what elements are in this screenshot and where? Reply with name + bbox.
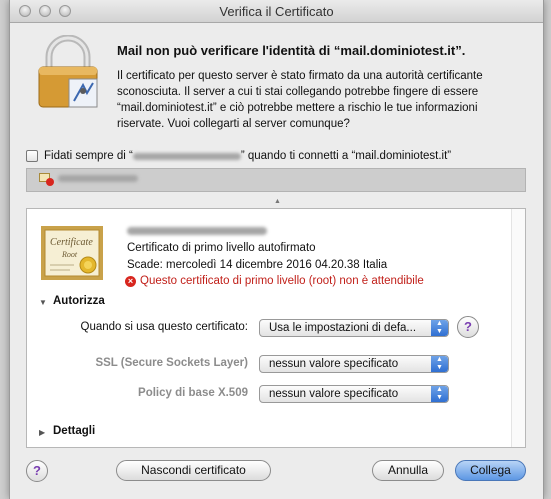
split-view-handle[interactable]: ▲ xyxy=(274,198,281,205)
lock-certificate-icon xyxy=(38,35,98,108)
x509-label: Policy di base X.509 xyxy=(138,387,248,399)
certificate-dialog: Verifica il Certificato Mail non può ver… xyxy=(9,0,544,499)
help-button[interactable]: ? xyxy=(26,460,48,482)
hide-certificate-button[interactable]: Nascondi certificato xyxy=(116,460,271,481)
redacted-certificate-name xyxy=(58,175,138,182)
details-scrollbar[interactable] xyxy=(511,209,525,447)
connect-button[interactable]: Collega xyxy=(455,460,526,481)
x509-value: nessun valore specificato xyxy=(269,388,399,400)
alert-description: Il certificato per questo server è stato… xyxy=(117,70,483,130)
certificate-warning-text: Questo certificato di primo livello (roo… xyxy=(140,275,424,287)
popup-arrows-icon: ▲ ▼ xyxy=(431,386,448,402)
certificate-details-panel: Certificate Root Certificato di primo li… xyxy=(26,208,526,448)
always-trust-label-start: Fidati sempre di “ xyxy=(44,150,133,162)
trust-help-button[interactable]: ? xyxy=(457,316,479,338)
trust-section-title[interactable]: Autorizza xyxy=(53,295,105,307)
always-trust-checkbox[interactable] xyxy=(26,150,38,162)
certificate-image-title: Certificate xyxy=(50,237,93,248)
title-bar: Verifica il Certificato xyxy=(10,0,543,23)
when-using-popup[interactable]: Usa le impostazioni di defa... ▲ ▼ xyxy=(259,319,449,337)
details-section-title[interactable]: Dettagli xyxy=(53,425,95,437)
window-title: Verifica il Certificato xyxy=(219,4,334,19)
when-using-value: Usa le impostazioni di defa... xyxy=(269,322,417,334)
certificate-warning: × Questo certificato di primo livello (r… xyxy=(125,275,424,287)
certificate-chain-list[interactable] xyxy=(26,168,526,192)
trust-disclosure-triangle[interactable]: ▼ xyxy=(39,298,47,307)
alert-heading: Mail non può verificare l'identità di “m… xyxy=(117,43,466,58)
popup-arrows-icon: ▲ ▼ xyxy=(431,320,448,336)
details-disclosure-triangle[interactable]: ▶ xyxy=(39,428,45,437)
x509-popup[interactable]: nessun valore specificato ▲ ▼ xyxy=(259,385,449,403)
always-trust-row[interactable]: Fidati sempre di “ ” quando ti connetti … xyxy=(26,148,451,164)
redacted-host xyxy=(132,152,241,160)
cancel-button[interactable]: Annulla xyxy=(372,460,444,481)
ssl-popup[interactable]: nessun valore specificato ▲ ▼ xyxy=(259,355,449,373)
error-icon: × xyxy=(125,275,136,287)
redacted-certificate-subject xyxy=(127,227,267,235)
certificate-type: Certificato di primo livello autofirmato xyxy=(127,242,316,254)
always-trust-label-end: ” quando ti connetti a “mail.dominiotest… xyxy=(240,150,452,162)
untrusted-certificate-icon xyxy=(39,173,54,186)
ssl-label: SSL (Secure Sockets Layer) xyxy=(95,357,248,369)
certificate-expiry: Scade: mercoledì 14 dicembre 2016 04.20.… xyxy=(127,259,388,271)
certificate-root-icon: Certificate Root xyxy=(41,226,103,280)
when-using-label: Quando si usa questo certificato: xyxy=(80,321,249,333)
ssl-value: nessun valore specificato xyxy=(269,358,399,370)
certificate-chain-item[interactable] xyxy=(39,173,138,186)
popup-arrows-icon: ▲ ▼ xyxy=(431,356,448,372)
certificate-image-subtitle: Root xyxy=(61,250,78,259)
